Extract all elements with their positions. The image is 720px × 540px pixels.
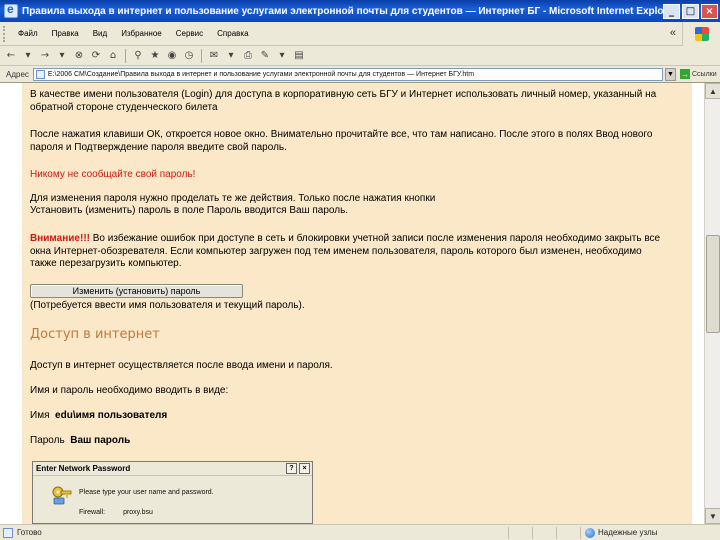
dialog-title: Enter Network Password bbox=[36, 464, 131, 473]
dialog-site-label: Firewall: bbox=[79, 509, 106, 516]
paragraph-format: Имя и пароль необходимо вводить в виде: bbox=[30, 385, 229, 396]
close-button[interactable]: × bbox=[701, 3, 718, 19]
favorites-icon[interactable]: ★ bbox=[148, 49, 162, 63]
menu-edit[interactable]: Правка bbox=[45, 29, 86, 38]
mail-icon[interactable]: ✉ bbox=[207, 49, 221, 63]
address-label: Адрес bbox=[6, 69, 29, 79]
dialog-close-button: × bbox=[299, 463, 310, 474]
paragraph-change-line1: Для изменения пароля нужно проделать те … bbox=[30, 193, 436, 204]
address-input[interactable]: E:\2006 СМ\Создание\Правила выхода в инт… bbox=[32, 67, 663, 81]
attention-text: Во избежание ошибок при доступе в сеть и… bbox=[30, 233, 661, 269]
dropdown-icon[interactable]: ▾ bbox=[224, 49, 238, 63]
vertical-scrollbar[interactable]: ▲ ▼ bbox=[704, 83, 720, 524]
menu-grip bbox=[3, 25, 7, 42]
change-password-button[interactable]: Изменить (установить) пароль bbox=[30, 284, 243, 298]
paragraph-access: Доступ в интернет осуществляется после в… bbox=[30, 360, 333, 371]
print-icon[interactable]: ⎙ bbox=[241, 49, 255, 63]
toolbar: ← ▾ → ▾ ⊗ ⟳ ⌂ ⚲ ★ ◉ ◷ ✉ ▾ ⎙ ✎ ▾ ▤ bbox=[0, 46, 720, 66]
address-bar: Адрес E:\2006 СМ\Создание\Правила выхода… bbox=[0, 66, 720, 83]
status-panel bbox=[556, 526, 580, 539]
forward-icon[interactable]: → bbox=[38, 49, 52, 63]
status-bar: Готово Надежные узлы bbox=[0, 524, 720, 540]
home-icon[interactable]: ⌂ bbox=[106, 49, 120, 63]
back-icon[interactable]: ← bbox=[4, 49, 18, 63]
scroll-up-icon[interactable]: ▲ bbox=[705, 83, 720, 99]
paragraph-attention: Внимание!!! Во избежание ошибок при дост… bbox=[30, 233, 670, 271]
minimize-button[interactable]: _ bbox=[663, 3, 680, 19]
password-label: Пароль bbox=[30, 435, 65, 446]
key-icon bbox=[52, 486, 72, 505]
password-dialog-image: Enter Network Password ? × Please type y… bbox=[32, 461, 313, 524]
zone-label: Надежные узлы bbox=[598, 528, 658, 537]
menu-favorites[interactable]: Избранное bbox=[114, 29, 169, 38]
status-text: Готово bbox=[17, 528, 42, 537]
name-value: edu\имя пользователя bbox=[55, 410, 168, 421]
section-heading: Доступ в интернет bbox=[30, 327, 160, 342]
globe-icon bbox=[585, 527, 595, 538]
toolbar-separator bbox=[125, 48, 126, 63]
name-label: Имя bbox=[30, 410, 50, 421]
menu-help[interactable]: Справка bbox=[210, 29, 255, 38]
title-bar: Правила выхода в интернет и пользование … bbox=[0, 0, 720, 22]
content-viewport: В качестве имени пользователя (Login) дл… bbox=[0, 83, 704, 524]
dialog-help-button: ? bbox=[286, 463, 297, 474]
dialog-title-bar: Enter Network Password ? × bbox=[33, 462, 312, 476]
dropdown-icon[interactable]: ▾ bbox=[21, 49, 35, 63]
window-title: Правила выхода в интернет и пользование … bbox=[22, 5, 663, 17]
menu-tools[interactable]: Сервис bbox=[169, 29, 210, 38]
page-body: В качестве имени пользователя (Login) дл… bbox=[22, 83, 692, 524]
address-dropdown-icon[interactable]: ▼ bbox=[665, 67, 676, 81]
change-note: (Потребуется ввести имя пользователя и т… bbox=[30, 300, 305, 311]
attention-label: Внимание!!! bbox=[30, 233, 90, 244]
dropdown-icon[interactable]: ▾ bbox=[275, 49, 289, 63]
status-panel bbox=[532, 526, 556, 539]
stop-icon[interactable]: ⊗ bbox=[72, 49, 86, 63]
menu-view[interactable]: Вид bbox=[86, 29, 114, 38]
dropdown-icon[interactable]: ▾ bbox=[55, 49, 69, 63]
search-icon[interactable]: ⚲ bbox=[131, 49, 145, 63]
paragraph-after-ok: После нажатия клавиши ОК, откроется ново… bbox=[30, 129, 653, 153]
password-value: Ваш пароль bbox=[70, 435, 131, 446]
scroll-thumb[interactable] bbox=[706, 235, 720, 333]
history-icon[interactable]: ◷ bbox=[182, 49, 196, 63]
menu-bar: Файл Правка Вид Избранное Сервис Справка… bbox=[0, 22, 720, 46]
security-zone: Надежные узлы bbox=[580, 526, 720, 539]
ie-logo-icon bbox=[4, 2, 18, 18]
menu-file[interactable]: Файл bbox=[11, 29, 45, 38]
dialog-title-buttons: ? × bbox=[286, 463, 310, 474]
chevron-icon[interactable]: « bbox=[670, 27, 676, 39]
dialog-prompt: Please type your user name and password. bbox=[79, 489, 214, 496]
links-button[interactable]: → Ссылки bbox=[680, 69, 720, 79]
paragraph-login: В качестве имени пользователя (Login) дл… bbox=[30, 89, 657, 113]
windows-logo-icon bbox=[682, 22, 720, 46]
scroll-down-icon[interactable]: ▼ bbox=[705, 508, 720, 524]
paragraph-change-line2: Установить (изменить) пароль в поле Паро… bbox=[30, 205, 349, 216]
status-page-icon bbox=[3, 527, 13, 538]
page-icon bbox=[35, 69, 45, 79]
media-icon[interactable]: ◉ bbox=[165, 49, 179, 63]
warning-text: Никому не сообщайте свой пароль! bbox=[30, 169, 196, 180]
edit-icon[interactable]: ✎ bbox=[258, 49, 272, 63]
discuss-icon[interactable]: ▤ bbox=[292, 49, 306, 63]
password-line: Пароль Ваш пароль bbox=[30, 435, 685, 448]
dialog-site-row: Firewall: proxy.bsu bbox=[79, 509, 153, 516]
dialog-site-value: proxy.bsu bbox=[123, 509, 153, 516]
go-arrow-icon: → bbox=[680, 69, 690, 79]
address-value: E:\2006 СМ\Создание\Правила выхода в инт… bbox=[47, 70, 475, 78]
toolbar-separator bbox=[201, 48, 202, 63]
maximize-button[interactable]: □ bbox=[682, 3, 699, 19]
status-panel bbox=[508, 526, 532, 539]
links-label: Ссылки bbox=[692, 70, 717, 78]
refresh-icon[interactable]: ⟳ bbox=[89, 49, 103, 63]
name-line: Имя edu\имя пользователя bbox=[30, 410, 685, 423]
